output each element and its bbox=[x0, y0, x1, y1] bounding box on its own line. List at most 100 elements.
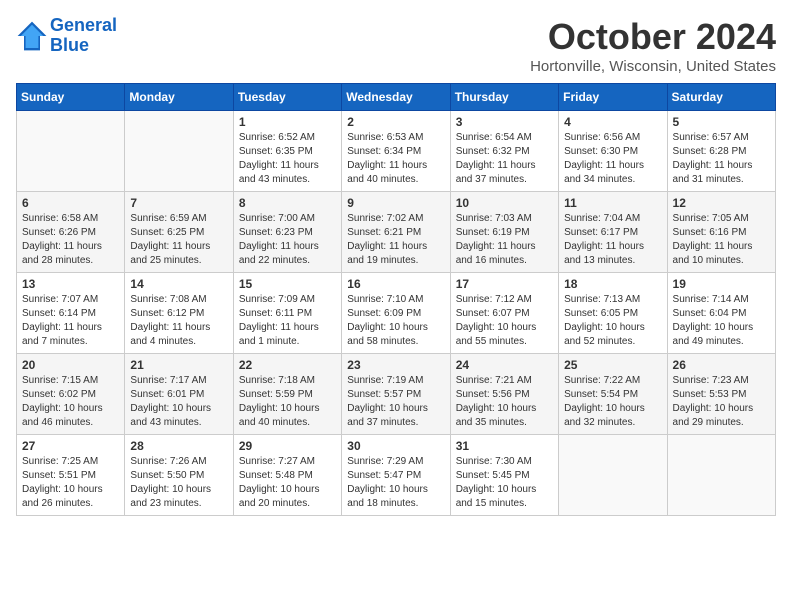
day-number: 22 bbox=[239, 358, 336, 372]
day-content: Sunrise: 7:26 AM Sunset: 5:50 PM Dayligh… bbox=[130, 455, 227, 511]
day-content: Sunrise: 7:22 AM Sunset: 5:54 PM Dayligh… bbox=[564, 374, 661, 430]
calendar-cell: 3Sunrise: 6:54 AM Sunset: 6:32 PM Daylig… bbox=[450, 111, 558, 192]
week-row-1: 1Sunrise: 6:52 AM Sunset: 6:35 PM Daylig… bbox=[17, 111, 776, 192]
day-content: Sunrise: 7:08 AM Sunset: 6:12 PM Dayligh… bbox=[130, 293, 227, 349]
day-number: 18 bbox=[564, 277, 661, 291]
day-content: Sunrise: 6:59 AM Sunset: 6:25 PM Dayligh… bbox=[130, 212, 227, 268]
day-content: Sunrise: 6:58 AM Sunset: 6:26 PM Dayligh… bbox=[22, 212, 119, 268]
day-number: 29 bbox=[239, 439, 336, 453]
week-row-5: 27Sunrise: 7:25 AM Sunset: 5:51 PM Dayli… bbox=[17, 435, 776, 516]
calendar-cell: 12 Sunrise: 7:05 AM Sunset: 6:16 PM Dayli… bbox=[667, 192, 775, 273]
calendar-cell bbox=[17, 111, 125, 192]
calendar-cell: 7 Sunrise: 6:59 AM Sunset: 6:25 PM Daylig… bbox=[125, 192, 233, 273]
day-content: Sunrise: 6:52 AM Sunset: 6:35 PM Dayligh… bbox=[239, 131, 336, 187]
day-number: 20 bbox=[22, 358, 119, 372]
logo-text: General Blue bbox=[50, 16, 117, 56]
calendar-cell: 30 Sunrise: 7:29 AM Sunset: 5:47 PM Dayli… bbox=[342, 435, 450, 516]
calendar-cell: 15Sunrise: 7:09 AM Sunset: 6:11 PM Dayli… bbox=[233, 273, 341, 354]
column-header-tuesday: Tuesday bbox=[233, 84, 341, 111]
header-row: SundayMondayTuesdayWednesdayThursdayFrid… bbox=[17, 84, 776, 111]
logo: General Blue bbox=[16, 16, 117, 56]
day-content: Sunrise: 7:23 AM Sunset: 5:53 PM Dayligh… bbox=[673, 374, 770, 430]
calendar-cell: 13 Sunrise: 7:07 AM Sunset: 6:14 PM Dayli… bbox=[17, 273, 125, 354]
day-content: Sunrise: 7:13 AM Sunset: 6:05 PM Dayligh… bbox=[564, 293, 661, 349]
calendar-cell: 11 Sunrise: 7:04 AM Sunset: 6:17 PM Dayli… bbox=[559, 192, 667, 273]
day-number: 16 bbox=[347, 277, 444, 291]
day-content: Sunrise: 7:05 AM Sunset: 6:16 PM Dayligh… bbox=[673, 212, 770, 268]
month-title: October 2024 bbox=[530, 16, 776, 58]
day-number: 9 bbox=[347, 196, 444, 210]
calendar-cell: 22 Sunrise: 7:18 AM Sunset: 5:59 PM Dayli… bbox=[233, 354, 341, 435]
calendar-cell: 27Sunrise: 7:25 AM Sunset: 5:51 PM Dayli… bbox=[17, 435, 125, 516]
calendar-cell: 6Sunrise: 6:58 AM Sunset: 6:26 PM Daylig… bbox=[17, 192, 125, 273]
column-header-sunday: Sunday bbox=[17, 84, 125, 111]
day-number: 12 bbox=[673, 196, 770, 210]
calendar-cell: 23 Sunrise: 7:19 AM Sunset: 5:57 PM Dayli… bbox=[342, 354, 450, 435]
column-header-thursday: Thursday bbox=[450, 84, 558, 111]
day-number: 11 bbox=[564, 196, 661, 210]
calendar-cell: 5Sunrise: 6:57 AM Sunset: 6:28 PM Daylig… bbox=[667, 111, 775, 192]
day-content: Sunrise: 7:10 AM Sunset: 6:09 PM Dayligh… bbox=[347, 293, 444, 349]
calendar-cell: 18 Sunrise: 7:13 AM Sunset: 6:05 PM Dayli… bbox=[559, 273, 667, 354]
week-row-2: 6Sunrise: 6:58 AM Sunset: 6:26 PM Daylig… bbox=[17, 192, 776, 273]
day-number: 25 bbox=[564, 358, 661, 372]
day-content: Sunrise: 7:07 AM Sunset: 6:14 PM Dayligh… bbox=[22, 293, 119, 349]
day-content: Sunrise: 7:14 AM Sunset: 6:04 PM Dayligh… bbox=[673, 293, 770, 349]
day-number: 28 bbox=[130, 439, 227, 453]
calendar-cell: 21Sunrise: 7:17 AM Sunset: 6:01 PM Dayli… bbox=[125, 354, 233, 435]
day-content: Sunrise: 7:21 AM Sunset: 5:56 PM Dayligh… bbox=[456, 374, 553, 430]
day-number: 2 bbox=[347, 115, 444, 129]
column-header-wednesday: Wednesday bbox=[342, 84, 450, 111]
logo-line1: General bbox=[50, 15, 117, 35]
day-content: Sunrise: 7:18 AM Sunset: 5:59 PM Dayligh… bbox=[239, 374, 336, 430]
day-content: Sunrise: 7:12 AM Sunset: 6:07 PM Dayligh… bbox=[456, 293, 553, 349]
calendar-cell: 28 Sunrise: 7:26 AM Sunset: 5:50 PM Dayli… bbox=[125, 435, 233, 516]
calendar-cell: 9 Sunrise: 7:02 AM Sunset: 6:21 PM Daylig… bbox=[342, 192, 450, 273]
day-content: Sunrise: 7:03 AM Sunset: 6:19 PM Dayligh… bbox=[456, 212, 553, 268]
calendar-cell: 14 Sunrise: 7:08 AM Sunset: 6:12 PM Dayli… bbox=[125, 273, 233, 354]
calendar-cell: 19 Sunrise: 7:14 AM Sunset: 6:04 PM Dayli… bbox=[667, 273, 775, 354]
day-number: 26 bbox=[673, 358, 770, 372]
day-number: 31 bbox=[456, 439, 553, 453]
column-header-friday: Friday bbox=[559, 84, 667, 111]
week-row-3: 13 Sunrise: 7:07 AM Sunset: 6:14 PM Dayli… bbox=[17, 273, 776, 354]
day-content: Sunrise: 6:53 AM Sunset: 6:34 PM Dayligh… bbox=[347, 131, 444, 187]
calendar-cell: 1Sunrise: 6:52 AM Sunset: 6:35 PM Daylig… bbox=[233, 111, 341, 192]
day-number: 13 bbox=[22, 277, 119, 291]
day-number: 15 bbox=[239, 277, 336, 291]
day-content: Sunrise: 7:17 AM Sunset: 6:01 PM Dayligh… bbox=[130, 374, 227, 430]
day-number: 30 bbox=[347, 439, 444, 453]
logo-line2: Blue bbox=[50, 35, 89, 55]
title-block: October 2024 Hortonville, Wisconsin, Uni… bbox=[530, 16, 776, 75]
column-header-saturday: Saturday bbox=[667, 84, 775, 111]
calendar-cell bbox=[559, 435, 667, 516]
location: Hortonville, Wisconsin, United States bbox=[530, 58, 776, 75]
day-number: 23 bbox=[347, 358, 444, 372]
day-content: Sunrise: 7:04 AM Sunset: 6:17 PM Dayligh… bbox=[564, 212, 661, 268]
day-content: Sunrise: 7:02 AM Sunset: 6:21 PM Dayligh… bbox=[347, 212, 444, 268]
day-content: Sunrise: 6:57 AM Sunset: 6:28 PM Dayligh… bbox=[673, 131, 770, 187]
day-content: Sunrise: 7:29 AM Sunset: 5:47 PM Dayligh… bbox=[347, 455, 444, 511]
calendar-table: SundayMondayTuesdayWednesdayThursdayFrid… bbox=[16, 83, 776, 516]
day-content: Sunrise: 7:19 AM Sunset: 5:57 PM Dayligh… bbox=[347, 374, 444, 430]
day-number: 7 bbox=[130, 196, 227, 210]
logo-icon bbox=[16, 20, 48, 52]
calendar-cell bbox=[125, 111, 233, 192]
day-number: 17 bbox=[456, 277, 553, 291]
day-content: Sunrise: 7:30 AM Sunset: 5:45 PM Dayligh… bbox=[456, 455, 553, 511]
day-content: Sunrise: 7:27 AM Sunset: 5:48 PM Dayligh… bbox=[239, 455, 336, 511]
calendar-cell: 2 Sunrise: 6:53 AM Sunset: 6:34 PM Daylig… bbox=[342, 111, 450, 192]
day-number: 24 bbox=[456, 358, 553, 372]
day-number: 4 bbox=[564, 115, 661, 129]
calendar-cell: 31 Sunrise: 7:30 AM Sunset: 5:45 PM Dayli… bbox=[450, 435, 558, 516]
calendar-cell bbox=[667, 435, 775, 516]
day-number: 8 bbox=[239, 196, 336, 210]
calendar-cell: 8Sunrise: 7:00 AM Sunset: 6:23 PM Daylig… bbox=[233, 192, 341, 273]
day-number: 19 bbox=[673, 277, 770, 291]
day-number: 14 bbox=[130, 277, 227, 291]
calendar-cell: 10Sunrise: 7:03 AM Sunset: 6:19 PM Dayli… bbox=[450, 192, 558, 273]
day-number: 3 bbox=[456, 115, 553, 129]
calendar-cell: 4Sunrise: 6:56 AM Sunset: 6:30 PM Daylig… bbox=[559, 111, 667, 192]
page-header: General Blue October 2024 Hortonville, W… bbox=[16, 16, 776, 75]
day-content: Sunrise: 7:15 AM Sunset: 6:02 PM Dayligh… bbox=[22, 374, 119, 430]
